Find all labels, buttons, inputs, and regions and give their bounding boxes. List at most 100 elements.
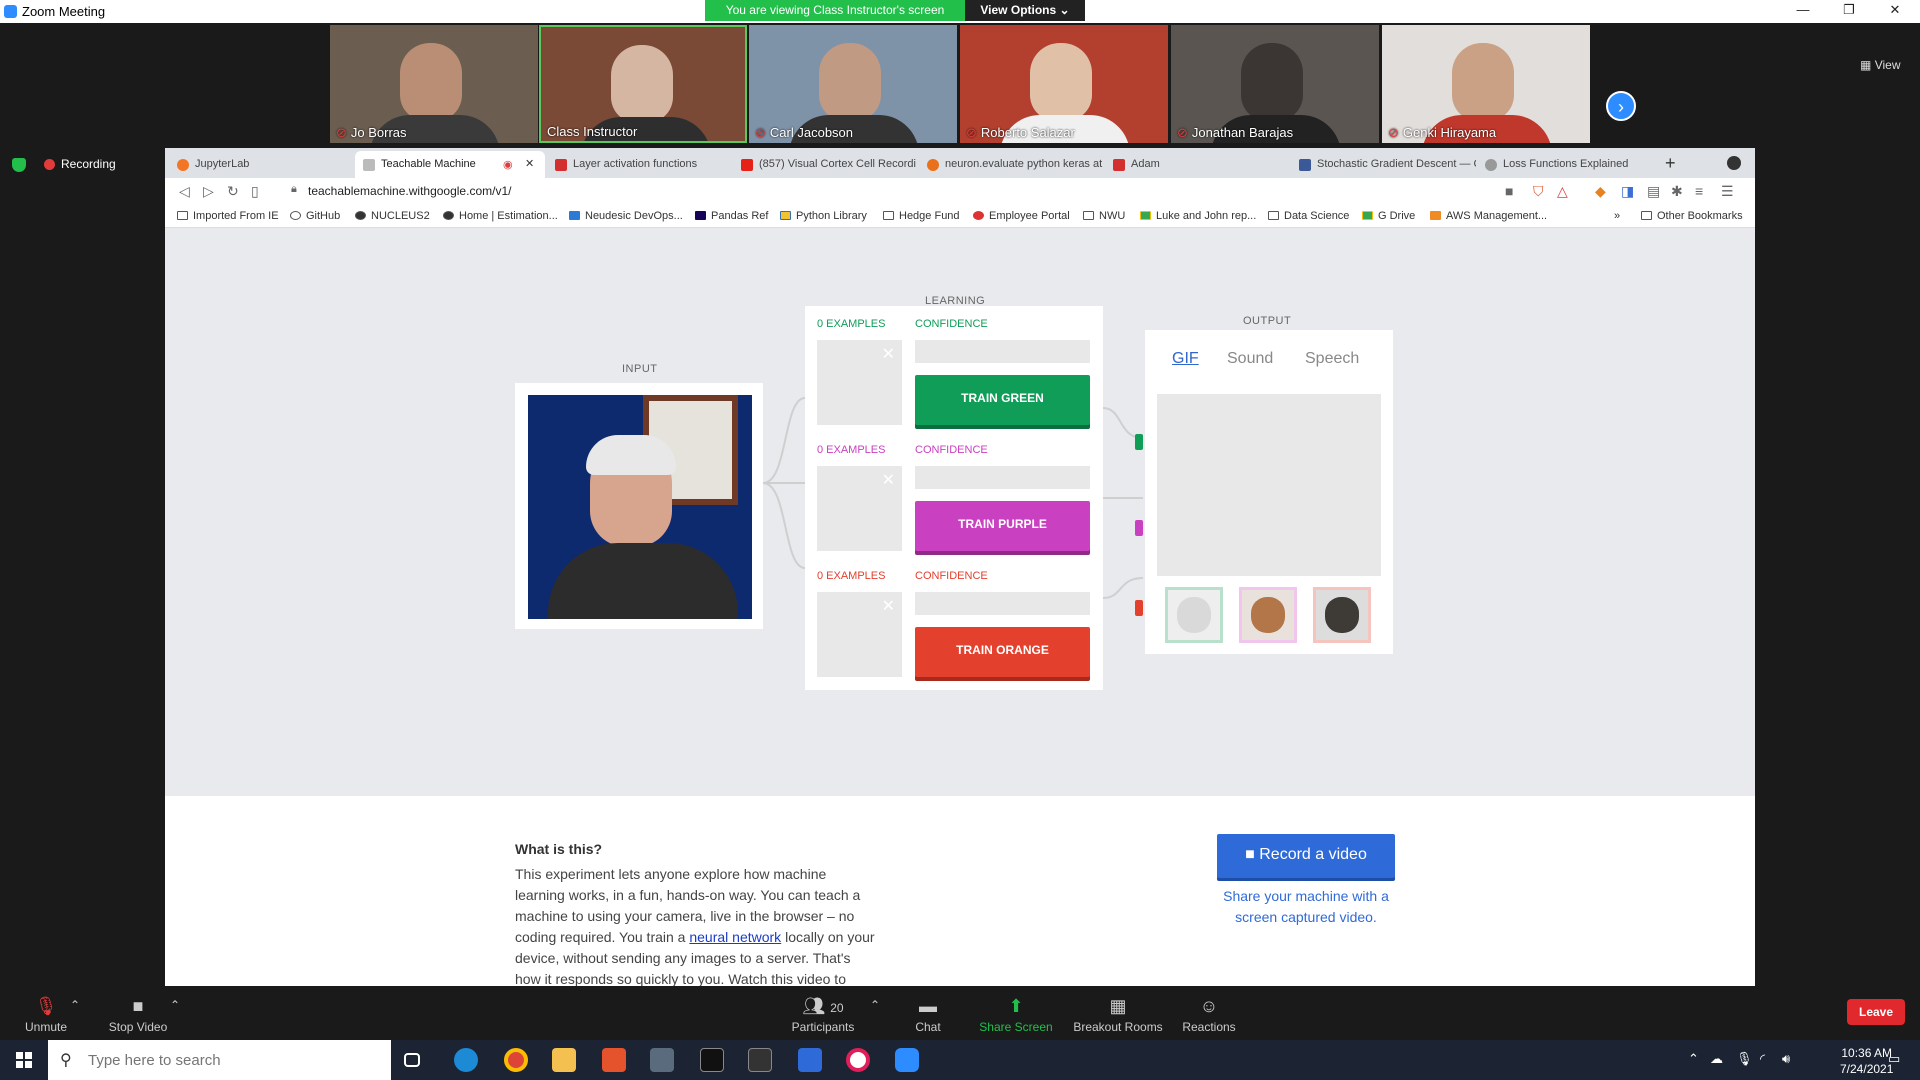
bookmark-item[interactable]: AWS Management... [1430, 210, 1547, 222]
app-window-icon[interactable] [748, 1048, 772, 1072]
new-tab-button[interactable]: + [1665, 153, 1676, 174]
show-hidden-icons[interactable]: ⌃ [1688, 1051, 1699, 1067]
task-view-icon[interactable] [404, 1053, 420, 1067]
edge-icon[interactable] [454, 1048, 478, 1072]
bookmark-item[interactable]: Python Library [780, 210, 867, 222]
reactions-button[interactable]: ☺ Reactions [1180, 996, 1238, 1034]
notifications-icon[interactable]: ▭ [1888, 1051, 1900, 1067]
view-options-button[interactable]: View Options ⌄ [965, 0, 1085, 21]
close-button[interactable]: ✕ [1880, 2, 1910, 20]
metamask-icon[interactable]: ◆ [1595, 183, 1606, 200]
microphone-icon[interactable]: 🎙︎ [1736, 1051, 1753, 1067]
extension-icon[interactable]: ▤ [1647, 183, 1660, 200]
participant-tile[interactable]: ⊘ Roberto Salazar [960, 25, 1168, 143]
restore-button[interactable]: ❐ [1834, 2, 1864, 20]
terminal-icon[interactable] [700, 1048, 724, 1072]
bookmark-item[interactable]: NUCLEUS2 [355, 210, 430, 222]
bookmarks-overflow-button[interactable]: » [1614, 210, 1620, 222]
green-gif-thumbnail[interactable] [1165, 587, 1223, 643]
volume-icon[interactable]: 🔊︎ [1782, 1051, 1790, 1067]
taskbar-search-input[interactable] [88, 1040, 378, 1080]
train-green-button[interactable]: TRAIN GREEN [915, 375, 1090, 425]
forward-icon[interactable]: ▷ [203, 183, 214, 200]
participants-options-caret[interactable]: ⌃ [870, 998, 880, 1012]
taskbar-search[interactable]: ⚲ [48, 1040, 391, 1080]
clear-examples-icon[interactable]: ✕ [882, 344, 895, 364]
chat-button[interactable]: ▬ Chat [910, 996, 946, 1034]
other-bookmarks[interactable]: Other Bookmarks [1641, 210, 1743, 222]
windows-start-icon[interactable] [16, 1052, 32, 1068]
wifi-icon[interactable]: ◜ [1760, 1051, 1765, 1067]
chevron-down-icon: ⌄ [1059, 3, 1070, 17]
bookmark-item[interactable]: G Drive [1362, 210, 1415, 222]
tab-search-icon[interactable] [1727, 156, 1741, 170]
participant-tile-active-speaker[interactable]: Class Instructor [539, 25, 747, 143]
onedrive-icon[interactable]: ☁ [1710, 1051, 1723, 1067]
bookmark-item[interactable]: Luke and John rep... [1140, 210, 1256, 222]
puzzle-icon[interactable]: ✱ [1671, 183, 1683, 200]
output-tab-gif[interactable]: GIF [1172, 350, 1199, 368]
browser-tab[interactable]: JupyterLab [169, 151, 354, 178]
train-orange-button[interactable]: TRAIN ORANGE [915, 627, 1090, 677]
calculator-icon[interactable] [650, 1048, 674, 1072]
reload-icon[interactable]: ↻ [227, 183, 239, 200]
reading-list-icon[interactable]: ≡ [1695, 183, 1703, 199]
browser-tab-active[interactable]: Teachable Machine ◉ ✕ [355, 151, 545, 178]
notepad-icon[interactable] [798, 1048, 822, 1072]
browser-tab[interactable]: (857) Visual Cortex Cell Recordi [733, 151, 918, 178]
bookmark-item[interactable]: Hedge Fund [883, 210, 960, 222]
browser-tab[interactable]: Loss Functions Explained [1477, 151, 1662, 178]
browser-tab[interactable]: Stochastic Gradient Descent — C [1291, 151, 1476, 178]
address-bar[interactable]: teachablemachine.withgoogle.com/v1/ [308, 184, 511, 198]
leave-button[interactable]: Leave [1847, 999, 1905, 1025]
bookmark-item[interactable]: Neudesic DevOps... [569, 210, 683, 222]
bookmark-item[interactable]: Pandas Ref [695, 210, 768, 222]
view-button[interactable]: ▦ View [1860, 58, 1900, 72]
purple-gif-thumbnail[interactable] [1239, 587, 1297, 643]
orange-gif-thumbnail[interactable] [1313, 587, 1371, 643]
clear-examples-icon[interactable]: ✕ [882, 596, 895, 616]
train-purple-button[interactable]: TRAIN PURPLE [915, 501, 1090, 551]
clear-examples-icon[interactable]: ✕ [882, 470, 895, 490]
bookmark-item[interactable]: Data Science [1268, 210, 1349, 222]
neural-network-link[interactable]: neural network [689, 929, 781, 945]
file-explorer-icon[interactable] [552, 1048, 576, 1072]
browser-tab[interactable]: neuron.evaluate python keras at [919, 151, 1104, 178]
translate-icon[interactable]: ◨ [1621, 183, 1634, 200]
browser-tab[interactable]: Layer activation functions [547, 151, 732, 178]
audio-options-caret[interactable]: ⌃ [70, 998, 80, 1012]
camera-icon[interactable]: ■ [1505, 183, 1513, 199]
participant-tile[interactable]: ⊘ Genki Hirayama [1382, 25, 1590, 143]
bookmark-item[interactable]: Employee Portal [973, 210, 1070, 222]
bookmark-item[interactable]: NWU [1083, 210, 1125, 222]
participants-button[interactable]: 👥︎ 20 Participants [788, 996, 858, 1034]
bookmark-item[interactable]: Home | Estimation... [443, 210, 558, 222]
stop-video-button[interactable]: ■ Stop Video [106, 996, 170, 1034]
zoom-taskbar-icon[interactable] [895, 1048, 919, 1072]
share-screen-button[interactable]: ⬆ Share Screen [976, 996, 1056, 1034]
menu-icon[interactable]: ☰ [1721, 183, 1734, 200]
taskbar-clock[interactable]: 10:36 AM 7/24/2021 [1840, 1045, 1893, 1077]
participant-tile[interactable]: ⊘ Carl Jacobson [749, 25, 957, 143]
gallery-next-button[interactable]: › [1606, 91, 1636, 121]
bookmark-icon[interactable]: ▯ [251, 183, 259, 200]
bookmark-item[interactable]: Imported From IE [177, 210, 279, 222]
brave-shield-icon[interactable]: ⛉ [1533, 183, 1544, 200]
back-icon[interactable]: ◁ [179, 183, 190, 200]
breakout-rooms-button[interactable]: ▦ Breakout Rooms [1072, 996, 1164, 1034]
record-video-button[interactable]: ■ Record a video [1217, 834, 1395, 878]
output-tab-sound[interactable]: Sound [1227, 350, 1273, 368]
unmute-button[interactable]: 🎙︎ Unmute [18, 996, 74, 1034]
brave-rewards-icon[interactable]: △ [1557, 183, 1568, 200]
office-icon[interactable] [602, 1048, 626, 1072]
chrome-icon[interactable] [504, 1048, 528, 1072]
output-tab-speech[interactable]: Speech [1305, 350, 1359, 368]
close-tab-icon[interactable]: ✕ [525, 157, 534, 170]
video-options-caret[interactable]: ⌃ [170, 998, 180, 1012]
slack-icon[interactable] [846, 1048, 870, 1072]
participant-tile[interactable]: ⊘ Jonathan Barajas [1171, 25, 1379, 143]
bookmark-item[interactable]: GitHub [290, 210, 340, 222]
browser-tab[interactable]: Adam [1105, 151, 1290, 178]
participant-tile[interactable]: ⊘ Jo Borras [330, 25, 538, 143]
minimize-button[interactable]: — [1788, 2, 1818, 20]
